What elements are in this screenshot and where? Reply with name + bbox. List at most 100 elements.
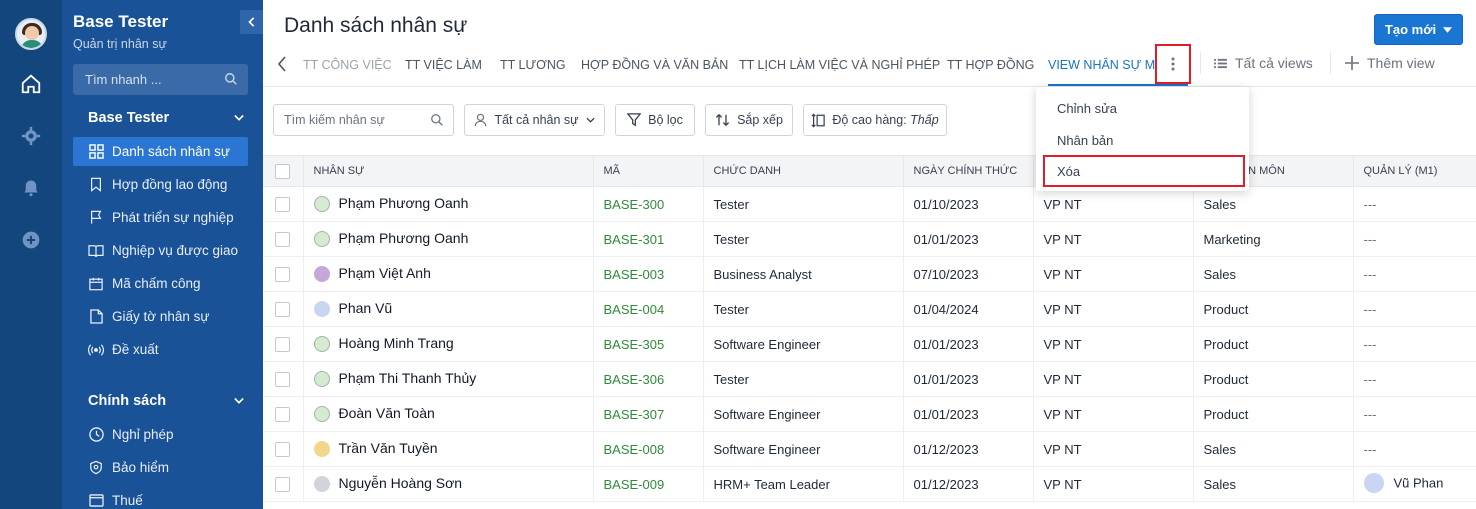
row-checkbox[interactable] <box>275 407 291 423</box>
column-header-official-date[interactable]: NGÀY CHÍNH THỨC <box>903 155 1034 187</box>
row-checkbox[interactable] <box>275 337 291 353</box>
row-checkbox[interactable] <box>275 302 291 318</box>
employee-name: Trần Văn Tuyền <box>338 440 438 457</box>
employee-name-cell[interactable]: Hoàng Minh Trang <box>303 326 594 362</box>
office: VP NT <box>1033 466 1194 502</box>
employee-code: BASE-004 <box>593 291 704 327</box>
sidebar-item-labor-contract[interactable]: Hợp đồng lao động <box>73 170 248 199</box>
employee-name-cell[interactable]: Nguyễn Hoàng Sơn <box>303 466 594 502</box>
table-row[interactable]: Phan Vũ BASE-004 Tester 01/04/2024 VP NT Prod… <box>263 291 1476 327</box>
table-row[interactable]: Nguyễn Hoàng Sơn BASE-009 HRM+ Team Leader… <box>263 466 1476 502</box>
tab-salary-info[interactable]: TT LƯƠNG <box>500 58 566 72</box>
home-icon[interactable] <box>19 72 43 96</box>
add-circle-icon[interactable] <box>19 228 43 252</box>
add-view-button[interactable]: Thêm view <box>1345 55 1435 71</box>
tab-new-employee-view[interactable]: VIEW NHÂN SỰ MỚI <box>1048 58 1169 72</box>
employee-code: BASE-008 <box>593 431 704 467</box>
sidebar-section-policy[interactable]: Chính sách <box>88 393 166 409</box>
tab-employment-info[interactable]: TT VIỆC LÀM <box>405 58 482 72</box>
employee-scope-dropdown[interactable]: Tất cả nhân sự <box>464 104 605 136</box>
tab-job-info[interactable]: TT CÔNG VIỆC <box>303 58 392 72</box>
official-date: 01/01/2023 <box>903 396 1034 432</box>
employee-name-cell[interactable]: Phan Vũ <box>303 291 594 327</box>
view-options-button[interactable] <box>1155 44 1191 84</box>
column-header-manager[interactable]: QUẢN LÝ (M1) <box>1353 155 1476 187</box>
tab-contract-info[interactable]: TT HỢP ĐỒNG <box>947 58 1034 72</box>
row-checkbox[interactable] <box>275 372 291 388</box>
sidebar-search-input[interactable] <box>73 64 248 95</box>
job-title: Tester <box>703 361 904 397</box>
sidebar-item-assigned-tasks[interactable]: Nghiệp vụ được giao <box>73 236 248 265</box>
sidebar-item-leave[interactable]: Nghỉ phép <box>73 420 248 449</box>
filter-button[interactable]: Bộ lọc <box>615 104 695 136</box>
row-select-cell <box>263 431 304 467</box>
avatar <box>313 475 330 492</box>
avatar <box>313 405 330 422</box>
select-all-checkbox[interactable] <box>275 163 291 179</box>
sidebar-item-label: Thuế <box>112 493 143 508</box>
employee-name-cell[interactable]: Phạm Phương Oanh <box>303 221 594 257</box>
sidebar-item-insurance[interactable]: Bảo hiểm <box>73 453 248 482</box>
manager: --- <box>1353 396 1476 432</box>
bell-icon[interactable] <box>19 176 43 200</box>
avatar <box>313 440 330 457</box>
create-new-button[interactable]: Tạo mới <box>1374 14 1463 45</box>
sidebar-item-tax[interactable]: Thuế <box>73 486 248 509</box>
sidebar-item-career[interactable]: Phát triển sự nghiệp <box>73 203 248 232</box>
chevron-left-icon[interactable] <box>277 56 287 75</box>
row-checkbox[interactable] <box>275 442 291 458</box>
employee-name-cell[interactable]: Phạm Thi Thanh Thủy <box>303 361 594 397</box>
sidebar-search[interactable] <box>73 64 248 95</box>
job-title: Software Engineer <box>703 431 904 467</box>
row-checkbox[interactable] <box>275 477 291 493</box>
collapse-sidebar-button[interactable] <box>240 10 263 34</box>
employee-name-cell[interactable]: Đoàn Văn Toàn <box>303 396 594 432</box>
table-row[interactable]: Phạm Việt Anh BASE-003 Business Analyst 07/… <box>263 256 1476 292</box>
department: Sales <box>1193 256 1354 292</box>
employee-search-input[interactable] <box>274 105 453 135</box>
employee-search[interactable] <box>273 104 454 136</box>
table-row[interactable]: Hoàng Minh Trang BASE-305 Software Enginee… <box>263 326 1476 362</box>
sort-button[interactable]: Sắp xếp <box>705 104 793 136</box>
view-options-menu: Chỉnh sửa Nhân bản Xóa <box>1036 87 1249 191</box>
create-new-label: Tạo mới <box>1384 22 1437 37</box>
row-checkbox[interactable] <box>275 197 291 213</box>
table-row[interactable]: Trần Văn Tuyền BASE-008 Software Engineer 0… <box>263 431 1476 467</box>
column-header-code[interactable]: MÃ <box>593 155 704 187</box>
official-date: 01/01/2023 <box>903 221 1034 257</box>
menu-item-delete[interactable]: Xóa <box>1043 155 1245 187</box>
all-views-button[interactable]: Tất cả views <box>1214 55 1313 71</box>
official-date: 01/01/2023 <box>903 326 1034 362</box>
row-checkbox[interactable] <box>275 232 291 248</box>
department: Sales <box>1193 186 1354 222</box>
employee-name-cell[interactable]: Phạm Việt Anh <box>303 256 594 292</box>
menu-item-edit[interactable]: Chỉnh sửa <box>1036 92 1249 124</box>
sidebar-section-base-tester[interactable]: Base Tester <box>88 110 169 126</box>
row-height-button[interactable]: Độ cao hàng: Thấp <box>803 104 947 136</box>
table-row[interactable]: Phạm Thi Thanh Thủy BASE-306 Tester 01/01/2… <box>263 361 1476 397</box>
document-icon <box>87 308 105 326</box>
menu-item-duplicate[interactable]: Nhân bản <box>1036 124 1249 156</box>
view-tabs: TT CÔNG VIỆC TT VIỆC LÀM TT LƯƠNG HỢP ĐỒ… <box>263 44 1476 87</box>
employee-name-cell[interactable]: Trần Văn Tuyền <box>303 431 594 467</box>
app-rail <box>0 0 62 509</box>
table-row[interactable]: Đoàn Văn Toàn BASE-307 Software Engineer 01… <box>263 396 1476 432</box>
manager: Vũ Phan <box>1353 466 1476 502</box>
sidebar-item-employee-list[interactable]: Danh sách nhân sự <box>73 137 248 166</box>
table-row[interactable]: Phạm Phương Oanh BASE-301 Tester 01/01/2023… <box>263 221 1476 257</box>
sidebar-item-hr-documents[interactable]: Giấy tờ nhân sự <box>73 302 248 331</box>
avatar <box>313 230 330 247</box>
tab-contracts-documents[interactable]: HỢP ĐỒNG VÀ VĂN BẢN <box>581 58 728 72</box>
tab-schedule-leave[interactable]: TT LỊCH LÀM VIỆC VÀ NGHỈ PHÉP <box>739 58 940 72</box>
user-avatar[interactable] <box>15 18 47 50</box>
row-height-icon <box>811 113 826 127</box>
sidebar-item-proposals[interactable]: Đề xuất <box>73 335 248 364</box>
table-row[interactable]: Phạm Phương Oanh BASE-300 Tester 01/10/2023… <box>263 186 1476 222</box>
row-checkbox[interactable] <box>275 267 291 283</box>
column-header-job-title[interactable]: CHỨC DANH <box>703 155 904 187</box>
settings-gear-icon[interactable] <box>19 124 43 148</box>
employee-name-cell[interactable]: Phạm Phương Oanh <box>303 186 594 222</box>
divider <box>1330 52 1331 74</box>
column-header-employee[interactable]: NHÂN SỰ <box>303 155 594 187</box>
sidebar-item-timekeeping-code[interactable]: Mã chấm công <box>73 269 248 298</box>
